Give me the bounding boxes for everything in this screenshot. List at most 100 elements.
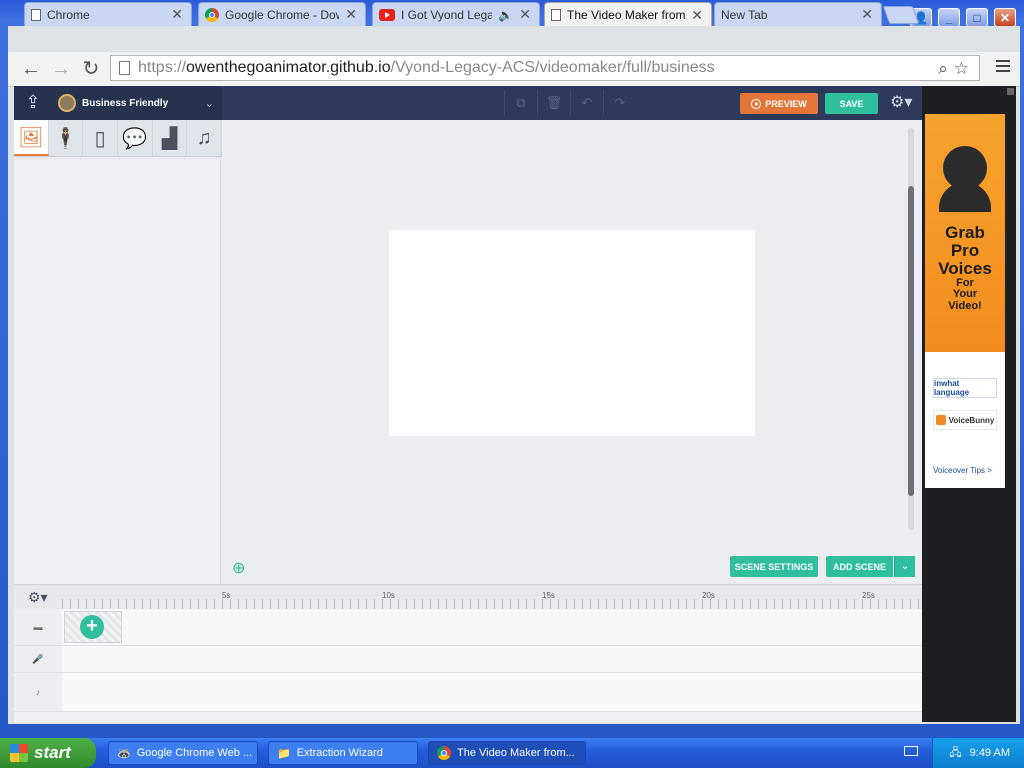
time-marker: 5s bbox=[222, 591, 231, 600]
tab-video-maker[interactable]: The Video Maker from Vy ✕ bbox=[544, 2, 712, 27]
maximize-button[interactable]: □ bbox=[966, 8, 988, 27]
tab-new-tab[interactable]: New Tab ✕ bbox=[714, 2, 882, 26]
ad-line: Pro bbox=[950, 240, 980, 260]
start-label: start bbox=[34, 743, 71, 762]
tab-chrome[interactable]: Chrome ✕ bbox=[24, 2, 192, 26]
scrollbar-thumb[interactable] bbox=[908, 186, 914, 496]
delete-icon[interactable]: 🗑 bbox=[537, 90, 570, 116]
chevron-down-icon[interactable]: ⌄ bbox=[205, 97, 214, 110]
stage-scrollbar[interactable] bbox=[908, 128, 914, 530]
bookmark-star-icon[interactable]: ☆ bbox=[954, 59, 969, 79]
voice-track[interactable] bbox=[62, 646, 922, 673]
url-host: owenthegoanimator.github.io bbox=[186, 59, 391, 76]
redo-icon[interactable]: ↷ bbox=[603, 90, 636, 116]
tab-close-icon[interactable]: ✕ bbox=[171, 6, 183, 23]
tab-title: I Got Vyond Legacy bbox=[401, 7, 492, 22]
url-path: /Vyond-Legacy-ACS/videomaker/full/busine… bbox=[390, 59, 715, 76]
chart-icon[interactable]: ▟ bbox=[153, 120, 188, 156]
taskbar-item-video-maker[interactable]: The Video Maker from... bbox=[428, 741, 586, 765]
voiceover-tips-link[interactable]: Voiceover Tips > bbox=[933, 466, 992, 475]
tab-youtube-vyond[interactable]: I Got Vyond Legacy 🔈 ✕ bbox=[372, 2, 540, 26]
taskbar-item-extraction-wizard[interactable]: 📁 Extraction Wizard bbox=[268, 741, 418, 765]
music-track[interactable] bbox=[62, 673, 922, 712]
ad-headline: Grab Pro Voices For Your Video! bbox=[925, 224, 1005, 312]
add-scene-button[interactable]: ADD SCENE bbox=[826, 556, 893, 577]
reload-icon[interactable]: ↻ bbox=[80, 58, 102, 80]
library-tabs: 🖼 🕴 ▯ 💬 ▟ ♫ bbox=[14, 120, 223, 157]
ruler-ticks bbox=[62, 599, 922, 609]
preview-label: PREVIEW bbox=[765, 98, 807, 109]
video-track-icon: ▬ bbox=[14, 609, 62, 646]
character-icon[interactable]: 🕴 bbox=[49, 120, 84, 156]
omnibox-icons: ⌕ ☆ bbox=[938, 59, 969, 79]
search-icon[interactable]: ⌕ bbox=[938, 59, 948, 79]
add-scene-plus-icon[interactable]: + bbox=[80, 615, 104, 639]
inwhatlanguage-logo[interactable]: inwhat language bbox=[933, 378, 997, 398]
app-topbar: ⇪ Business Friendly ⌄ ⧉ 🗑 ↶ ↷ PREVIEW SA… bbox=[14, 86, 922, 120]
video-maker-app: ⇪ Business Friendly ⌄ ⧉ 🗑 ↶ ↷ PREVIEW SA… bbox=[14, 86, 922, 723]
music-track-icon: ♪ bbox=[14, 673, 62, 712]
youtube-icon bbox=[379, 8, 395, 21]
ad-close-icon[interactable] bbox=[1007, 88, 1014, 95]
tab-close-icon[interactable]: ✕ bbox=[691, 7, 703, 24]
theme-avatar bbox=[58, 94, 76, 112]
keyboard-icon[interactable] bbox=[904, 746, 918, 756]
scene-track[interactable] bbox=[62, 609, 922, 646]
scene-canvas[interactable] bbox=[389, 230, 755, 436]
timeline-tracks: ▬ + 🎤 ♪ bbox=[14, 609, 922, 721]
save-button[interactable]: SAVE bbox=[825, 93, 878, 114]
taskbar-item-label: Extraction Wizard bbox=[296, 747, 383, 759]
close-window-button[interactable]: ✕ bbox=[994, 8, 1016, 27]
prop-icon[interactable]: ▯ bbox=[83, 120, 119, 156]
zoom-in-icon[interactable]: ⊕ bbox=[232, 558, 245, 578]
ad-line: Grab bbox=[945, 223, 985, 242]
ad-line: Video! bbox=[948, 299, 982, 312]
stage-area: ⊕ SCENE SETTINGS ADD SCENE ⌄ bbox=[222, 120, 922, 582]
new-tab-button[interactable] bbox=[882, 6, 920, 24]
tab-close-icon[interactable]: ✕ bbox=[861, 6, 873, 23]
copy-icon[interactable]: ⧉ bbox=[504, 90, 537, 116]
upload-cloud-icon[interactable]: ⇪ bbox=[20, 92, 46, 114]
chrome-menu-icon[interactable] bbox=[996, 60, 1010, 75]
clock: 9:49 AM bbox=[969, 747, 1010, 759]
forward-arrow-icon[interactable]: → bbox=[50, 58, 72, 80]
undo-icon[interactable]: ↶ bbox=[570, 90, 603, 116]
settings-gear-icon[interactable]: ⚙▾ bbox=[890, 92, 912, 112]
tab-close-icon[interactable]: ✕ bbox=[345, 6, 357, 23]
ad-banner: Grab Pro Voices For Your Video! bbox=[925, 114, 1005, 352]
speaker-icon[interactable]: 🔈 bbox=[498, 8, 513, 22]
tab-title: The Video Maker from Vy bbox=[567, 8, 686, 22]
address-bar[interactable]: https://owenthegoanimator.github.io/Vyon… bbox=[110, 55, 980, 81]
voicebunny-icon bbox=[935, 415, 946, 425]
document-icon bbox=[31, 8, 41, 21]
scene-settings-button[interactable]: SCENE SETTINGS bbox=[730, 556, 818, 577]
time-marker: 10s bbox=[382, 591, 395, 600]
timeline-ruler: ⚙▾ 5s 10s 15s 20s 25s bbox=[14, 585, 922, 609]
timeline-settings-icon[interactable]: ⚙▾ bbox=[28, 589, 48, 606]
back-arrow-icon[interactable]: ← bbox=[20, 58, 42, 80]
headset-head-icon bbox=[943, 146, 987, 190]
preview-button[interactable]: PREVIEW bbox=[740, 93, 818, 114]
theme-selector[interactable]: ⇪ Business Friendly ⌄ bbox=[14, 86, 222, 120]
start-button[interactable]: start bbox=[0, 738, 96, 768]
minimize-button[interactable]: _ bbox=[938, 8, 960, 27]
system-tray: 🖧 9:49 AM bbox=[932, 738, 1024, 768]
taskbar-item-label: The Video Maker from... bbox=[457, 747, 575, 759]
voicebunny-logo[interactable]: VoiceBunny bbox=[933, 410, 997, 430]
folder-icon: 📁 bbox=[277, 747, 291, 760]
background-icon[interactable]: 🖼 bbox=[14, 120, 49, 156]
bubble-icon[interactable]: 💬 bbox=[118, 120, 153, 156]
tab-google-chrome-download[interactable]: Google Chrome - Downlo ✕ bbox=[198, 2, 366, 26]
network-icon[interactable]: 🖧 bbox=[949, 744, 961, 763]
add-scene-dropdown[interactable]: ⌄ bbox=[894, 556, 915, 577]
music-icon[interactable]: ♫ bbox=[187, 120, 223, 156]
page-icon bbox=[119, 61, 130, 75]
tab-close-icon[interactable]: ✕ bbox=[519, 6, 531, 23]
taskbar-item-chrome-web[interactable]: 🦝 Google Chrome Web ... bbox=[108, 741, 258, 765]
chrome-icon bbox=[437, 746, 451, 760]
chrome-icon bbox=[205, 7, 219, 22]
library-panel bbox=[14, 160, 221, 584]
ad-line: Your bbox=[952, 288, 978, 301]
windows-logo-icon bbox=[10, 744, 28, 762]
voice-ad[interactable]: Grab Pro Voices For Your Video! inwhat l… bbox=[925, 114, 1005, 488]
